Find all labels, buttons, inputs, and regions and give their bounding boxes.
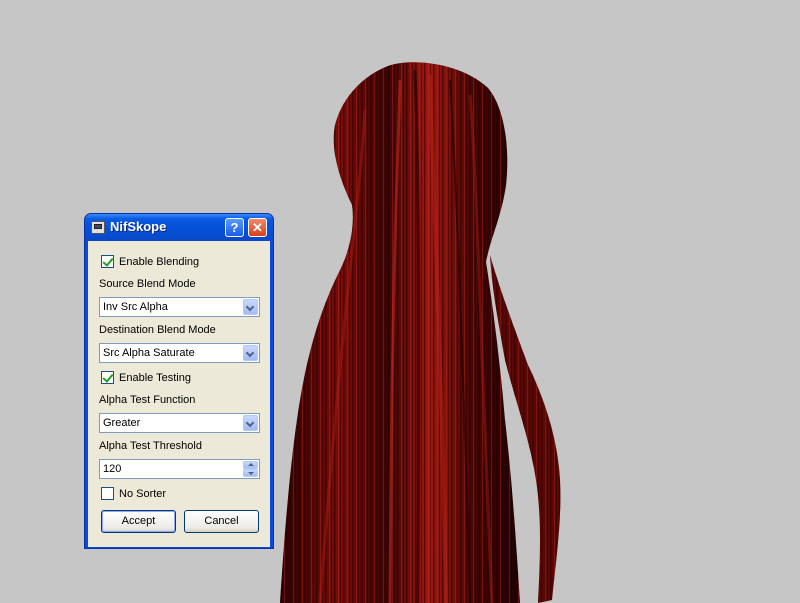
alpha-test-function-select[interactable]: Greater xyxy=(99,413,260,433)
enable-blending-label: Enable Blending xyxy=(119,256,200,268)
source-blend-mode-select[interactable]: Inv Src Alpha xyxy=(99,297,260,317)
destination-blend-mode-label: Destination Blend Mode xyxy=(99,324,216,336)
source-blend-mode-value: Inv Src Alpha xyxy=(103,301,168,313)
accept-button[interactable]: Accept xyxy=(101,510,176,533)
spin-up-icon[interactable] xyxy=(243,461,258,469)
cancel-button[interactable]: Cancel xyxy=(184,510,259,533)
destination-blend-mode-select[interactable]: Src Alpha Saturate xyxy=(99,343,260,363)
enable-blending-checkbox[interactable] xyxy=(101,255,114,268)
help-button[interactable]: ? xyxy=(225,218,244,237)
enable-testing-checkbox[interactable] xyxy=(101,371,114,384)
dialog-titlebar[interactable]: NifSkope ? ✕ xyxy=(85,214,273,241)
chevron-down-icon[interactable] xyxy=(243,415,258,431)
chevron-down-icon[interactable] xyxy=(243,345,258,361)
dialog-title: NifSkope xyxy=(110,219,167,234)
alpha-test-function-value: Greater xyxy=(103,417,141,429)
alpha-test-function-label: Alpha Test Function xyxy=(99,394,196,406)
alpha-test-threshold-value[interactable]: 120 xyxy=(103,463,121,475)
chevron-down-icon[interactable] xyxy=(243,299,258,315)
app-icon xyxy=(91,221,105,234)
dialog-client-area: Enable Blending Source Blend Mode Inv Sr… xyxy=(88,241,270,547)
source-blend-mode-label: Source Blend Mode xyxy=(99,278,196,290)
destination-blend-mode-value: Src Alpha Saturate xyxy=(103,347,195,359)
spin-down-icon[interactable] xyxy=(243,469,258,477)
no-sorter-label: No Sorter xyxy=(119,488,167,500)
close-button[interactable]: ✕ xyxy=(248,218,267,237)
alpha-test-threshold-label: Alpha Test Threshold xyxy=(99,440,202,452)
enable-testing-label: Enable Testing xyxy=(119,372,191,384)
nifskope-dialog: NifSkope ? ✕ Enable Blending Source Blen… xyxy=(84,213,274,549)
alpha-test-threshold-spinbox[interactable]: 120 xyxy=(99,459,260,479)
no-sorter-checkbox[interactable] xyxy=(101,487,114,500)
spin-arrows xyxy=(243,461,258,477)
